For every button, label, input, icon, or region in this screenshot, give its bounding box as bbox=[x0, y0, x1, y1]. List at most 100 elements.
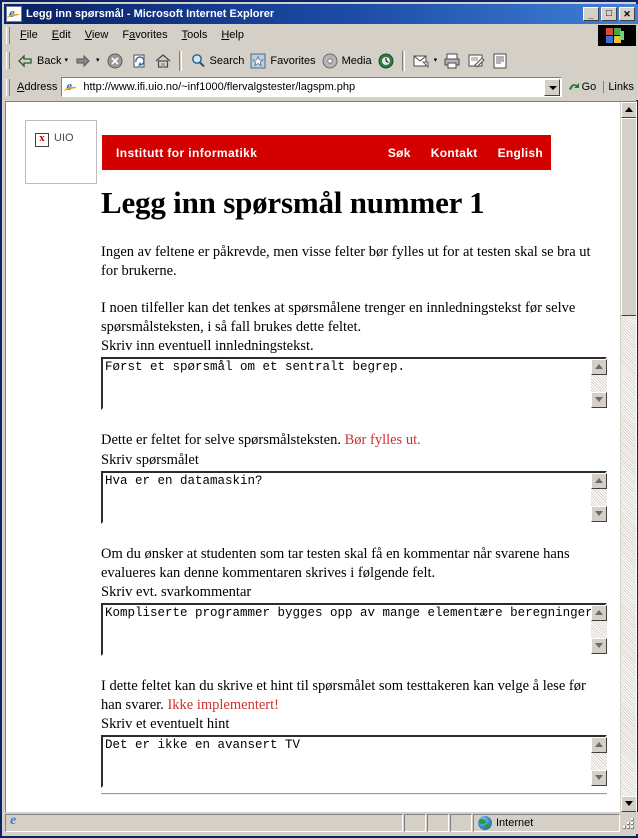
menu-label-file-rest: ile bbox=[26, 29, 38, 41]
address-input[interactable]: http://www.ifi.uio.no/~inf1000/flervalgs… bbox=[61, 77, 562, 97]
address-drag-handle[interactable] bbox=[6, 78, 10, 96]
scroll-up-icon[interactable] bbox=[591, 605, 607, 621]
banner-link-kontakt[interactable]: Kontakt bbox=[431, 146, 478, 160]
section-3-label: Skriv evt. svarkommentar bbox=[101, 584, 252, 600]
banner-title: Institutt for informatikk bbox=[116, 145, 258, 160]
scroll-track[interactable] bbox=[591, 753, 607, 770]
refresh-button[interactable] bbox=[127, 50, 151, 72]
forward-button[interactable] bbox=[71, 50, 95, 72]
media-label: Media bbox=[341, 54, 372, 67]
scroll-down-icon[interactable] bbox=[591, 770, 607, 786]
minimize-button[interactable]: _ bbox=[583, 7, 599, 21]
scroll-track[interactable] bbox=[591, 621, 607, 638]
innledningstekst-textarea[interactable] bbox=[101, 357, 607, 410]
page-scroll-up-icon[interactable] bbox=[621, 102, 636, 118]
hint-textarea[interactable] bbox=[101, 735, 607, 788]
menu-drag-handle[interactable] bbox=[6, 26, 10, 44]
site-banner: Institutt for informatikk Søk Kontakt En… bbox=[102, 135, 551, 170]
history-button[interactable] bbox=[374, 50, 398, 72]
discuss-button[interactable] bbox=[488, 50, 512, 72]
section-2-label: Skriv spørsmålet bbox=[101, 452, 199, 468]
scroll-track[interactable] bbox=[591, 489, 607, 506]
menu-label-view-rest: iew bbox=[91, 29, 109, 41]
favorites-star-icon bbox=[248, 51, 268, 71]
forward-arrow-icon bbox=[73, 51, 93, 71]
print-button[interactable] bbox=[440, 50, 464, 72]
windows-flag-icon bbox=[598, 25, 636, 46]
security-zone-indicator[interactable]: Internet bbox=[473, 814, 620, 832]
close-button[interactable]: ✕ bbox=[619, 7, 635, 21]
toolbar-drag-handle[interactable] bbox=[6, 52, 10, 69]
sporsmal-textarea[interactable] bbox=[101, 471, 607, 524]
stop-button[interactable] bbox=[103, 50, 127, 72]
refresh-icon bbox=[129, 51, 149, 71]
section-4-note: Ikke implementert! bbox=[167, 697, 279, 713]
section-1-label: Skriv inn eventuell innledningstekst. bbox=[101, 338, 314, 354]
scroll-up-icon[interactable] bbox=[591, 473, 607, 489]
menu-item-view[interactable]: View bbox=[78, 27, 116, 43]
menu-item-file[interactable]: File bbox=[13, 27, 45, 43]
search-button[interactable]: Search bbox=[186, 50, 247, 72]
sporsmal-scrollbar[interactable] bbox=[591, 473, 607, 522]
hint-scrollbar[interactable] bbox=[591, 737, 607, 786]
back-arrow-icon bbox=[15, 51, 35, 71]
menu-item-favorites[interactable]: Favorites bbox=[115, 27, 174, 43]
page-scroll-down-icon[interactable] bbox=[621, 796, 636, 812]
page-vertical-scrollbar[interactable] bbox=[620, 102, 636, 812]
ie-page-icon bbox=[64, 78, 80, 95]
ie-page-icon bbox=[8, 813, 24, 831]
uio-logo-placeholder[interactable]: x UIO bbox=[25, 120, 97, 184]
address-bar: Address http://www.ifi.uio.no/~inf1000/f… bbox=[4, 74, 638, 100]
discuss-icon bbox=[490, 51, 510, 71]
scroll-down-icon[interactable] bbox=[591, 638, 607, 654]
innledningstekst-scrollbar[interactable] bbox=[591, 359, 607, 408]
maximize-button[interactable]: □ bbox=[601, 7, 617, 21]
scroll-track[interactable] bbox=[591, 375, 607, 392]
menu-label-fav-rest: vorites bbox=[135, 29, 168, 41]
intro-paragraph: Ingen av feltene er påkrevde, men visse … bbox=[101, 244, 591, 279]
title-bar: Legg inn spørsmål - Microsoft Internet E… bbox=[4, 4, 638, 24]
toolbar-separator-2 bbox=[401, 50, 405, 71]
section-divider bbox=[101, 793, 607, 795]
menu-item-edit[interactable]: Edit bbox=[45, 27, 78, 43]
chevron-down-icon[interactable] bbox=[543, 78, 560, 96]
menu-label-edit-rest: dit bbox=[59, 29, 71, 41]
status-cell-2 bbox=[427, 814, 449, 832]
home-button[interactable] bbox=[151, 50, 175, 72]
status-cell-3 bbox=[450, 814, 472, 832]
favorites-button[interactable]: Favorites bbox=[246, 50, 317, 72]
scroll-down-icon[interactable] bbox=[591, 392, 607, 408]
mail-dropdown-icon[interactable]: ▾ bbox=[434, 50, 438, 72]
window-controls: _ □ ✕ bbox=[583, 7, 635, 21]
menu-item-help[interactable]: Help bbox=[214, 27, 251, 43]
banner-link-english[interactable]: English bbox=[498, 146, 543, 160]
menu-item-tools[interactable]: Tools bbox=[175, 27, 215, 43]
media-icon bbox=[320, 51, 340, 71]
banner-link-sok[interactable]: Søk bbox=[388, 146, 411, 160]
resize-grip[interactable] bbox=[621, 814, 637, 832]
security-zone-label: Internet bbox=[496, 817, 534, 829]
section-2-description: Dette er feltet for selve spørsmålstekst… bbox=[101, 431, 609, 450]
globe-icon bbox=[478, 816, 492, 830]
links-button[interactable]: Links bbox=[603, 81, 638, 93]
back-button[interactable]: Back bbox=[13, 50, 63, 72]
go-button[interactable]: Go bbox=[564, 79, 602, 95]
menu-label-tools-rest: ools bbox=[187, 29, 208, 41]
media-button[interactable]: Media bbox=[318, 50, 374, 72]
back-dropdown-icon[interactable]: ▾ bbox=[64, 50, 68, 72]
svarkommentar-textarea[interactable] bbox=[101, 603, 607, 656]
status-cell-1 bbox=[404, 814, 426, 832]
mail-button[interactable] bbox=[409, 50, 433, 72]
scroll-up-icon[interactable] bbox=[591, 359, 607, 375]
scroll-down-icon[interactable] bbox=[591, 506, 607, 522]
status-bar: Internet bbox=[4, 812, 638, 834]
search-label: Search bbox=[209, 54, 245, 67]
section-3-description: Om du ønsker at studenten som tar testen… bbox=[101, 546, 570, 581]
section-4-description: I dette feltet kan du skrive et hint til… bbox=[101, 677, 609, 715]
edit-button[interactable] bbox=[464, 50, 488, 72]
page-scroll-thumb[interactable] bbox=[621, 118, 636, 316]
scroll-up-icon[interactable] bbox=[591, 737, 607, 753]
edit-icon bbox=[466, 51, 486, 71]
forward-dropdown-icon[interactable]: ▾ bbox=[96, 50, 100, 72]
svarkommentar-scrollbar[interactable] bbox=[591, 605, 607, 654]
